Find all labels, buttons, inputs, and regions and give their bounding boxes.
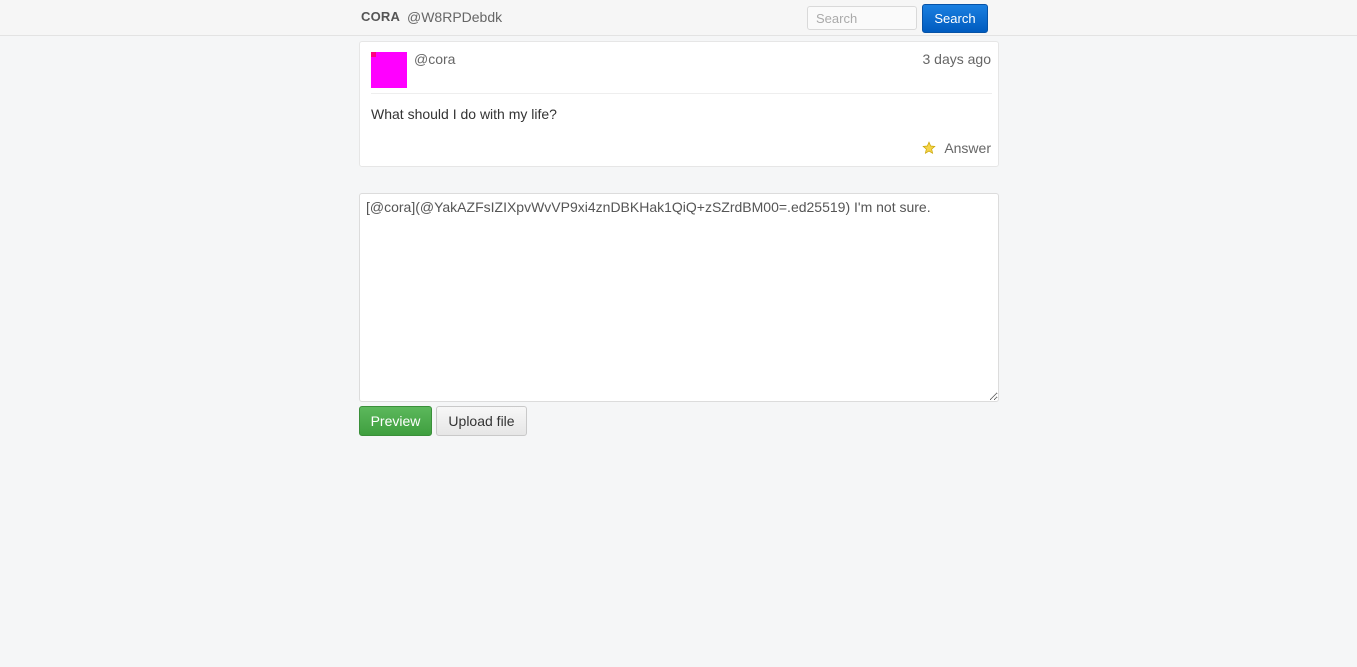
star-icon[interactable] bbox=[922, 141, 936, 155]
answer-action[interactable]: Answer bbox=[922, 139, 991, 157]
search-input[interactable] bbox=[807, 6, 917, 30]
search-button[interactable]: Search bbox=[922, 4, 988, 33]
brand-logo[interactable]: CORA bbox=[361, 9, 400, 24]
reply-textarea[interactable]: [@cora](@YakAZFsIZIXpvWvVP9xi4znDBKHak1Q… bbox=[359, 193, 999, 402]
current-user-handle[interactable]: @W8RPDebdk bbox=[407, 9, 502, 25]
avatar[interactable] bbox=[371, 52, 407, 88]
preview-button[interactable]: Preview bbox=[359, 406, 432, 436]
post-divider bbox=[371, 93, 992, 94]
answer-link[interactable]: Answer bbox=[944, 140, 991, 156]
upload-file-button[interactable]: Upload file bbox=[436, 406, 527, 436]
post-body: What should I do with my life? bbox=[371, 106, 557, 122]
post-timestamp[interactable]: 3 days ago bbox=[923, 51, 992, 67]
top-navbar: CORA @W8RPDebdk Search bbox=[0, 0, 1357, 36]
post-card: @cora 3 days ago What should I do with m… bbox=[359, 41, 999, 167]
post-author[interactable]: @cora bbox=[414, 51, 455, 67]
